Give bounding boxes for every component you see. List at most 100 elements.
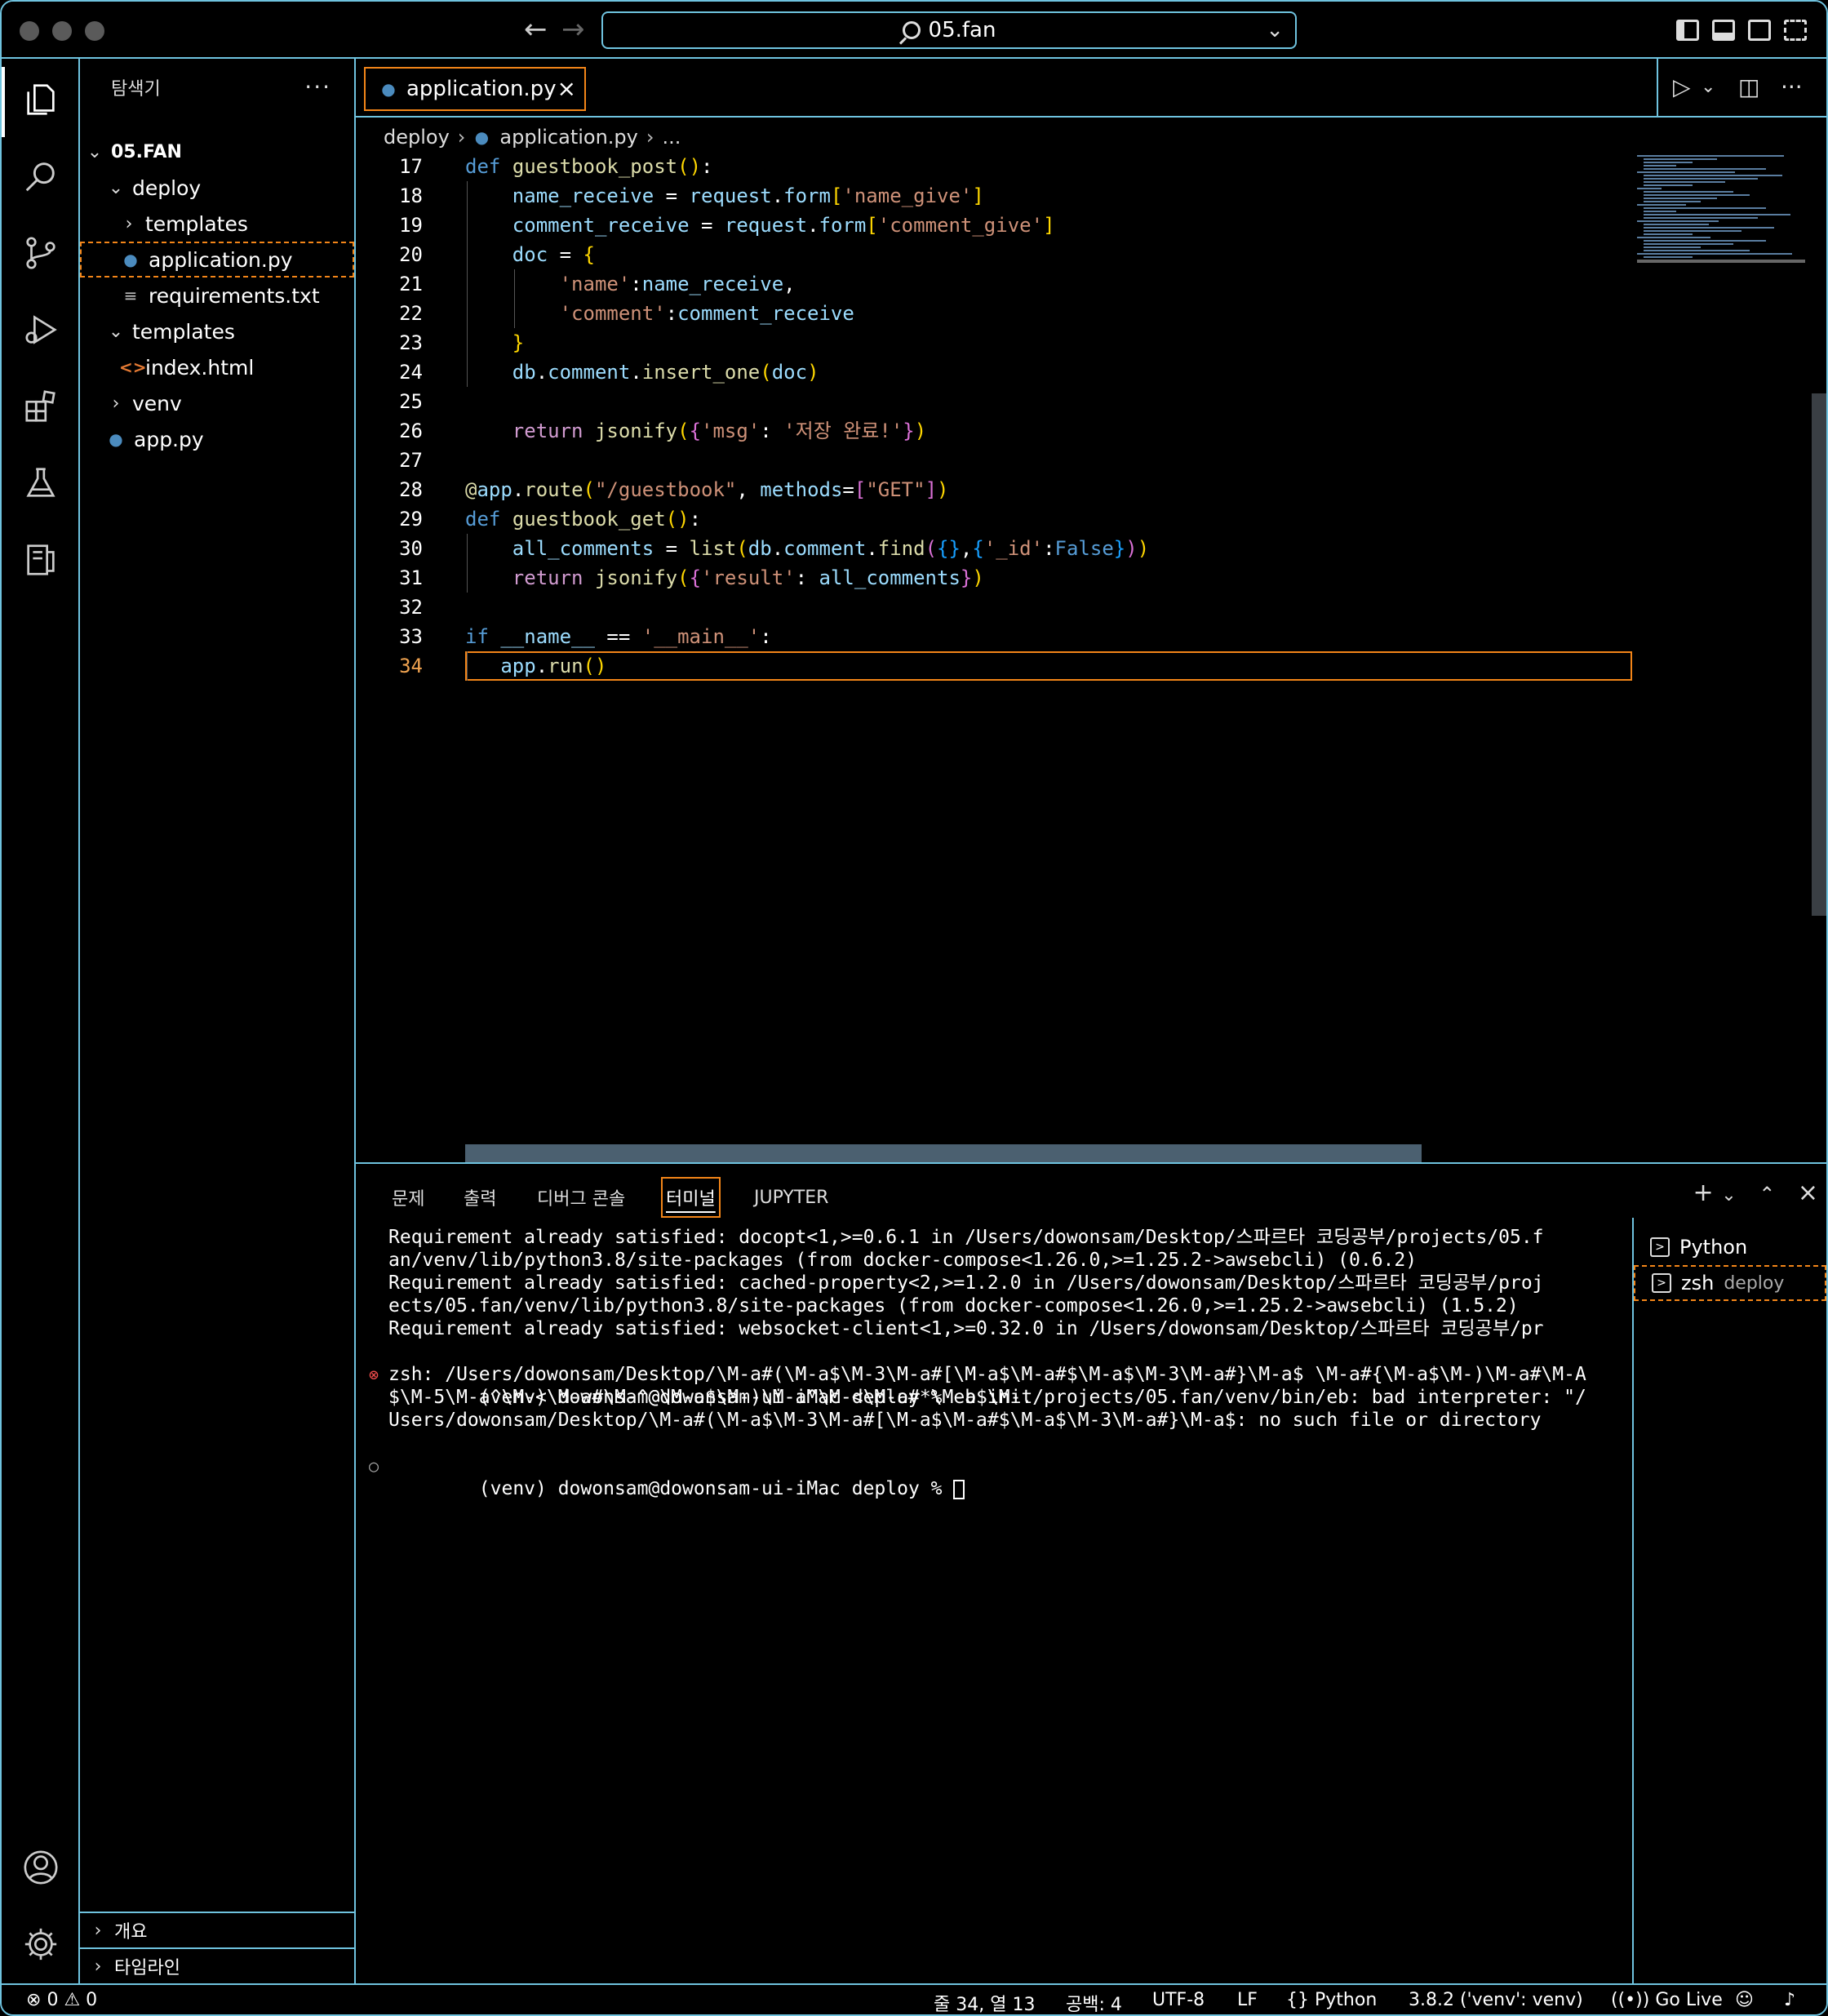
terminal-line: Requirement already satisfied: websocket… bbox=[388, 1318, 1544, 1339]
minimize-window-button[interactable] bbox=[52, 21, 72, 41]
explorer-files-icon[interactable] bbox=[20, 78, 62, 121]
end-of-line[interactable]: LF bbox=[1237, 1990, 1258, 2010]
tree-item-index-html[interactable]: <> index.html bbox=[80, 349, 354, 385]
language-mode[interactable]: {} Python bbox=[1286, 1990, 1377, 2010]
chevron-right-icon: › bbox=[112, 393, 120, 414]
breadcrumb-folder[interactable]: deploy bbox=[384, 126, 450, 149]
minimap-line bbox=[1644, 214, 1790, 215]
testing-flask-icon[interactable] bbox=[20, 462, 62, 504]
tree-root-folder[interactable]: ⌄ 05.FAN bbox=[80, 134, 354, 170]
problems-status[interactable]: ⊗ 0 ⚠ 0 bbox=[26, 1990, 97, 2010]
line-number: 30 bbox=[399, 537, 423, 560]
tab-debug-console[interactable]: 디버그 콘솔 bbox=[534, 1177, 628, 1218]
minimap-slider[interactable] bbox=[1637, 260, 1805, 263]
timeline-section[interactable]: › 타임라인 bbox=[80, 1947, 354, 1983]
chevron-down-icon[interactable]: ⌄ bbox=[1701, 77, 1715, 97]
indentation[interactable]: 공백: 4 bbox=[1066, 1990, 1122, 2014]
python-interpreter[interactable]: 3.8.2 ('venv': venv) bbox=[1409, 1990, 1583, 2010]
split-editor-icon[interactable]: ◫ bbox=[1738, 73, 1759, 100]
line-number: 27 bbox=[399, 449, 423, 472]
terminal-command-line: ⊗ (venv) dowonsam@dowonsam-ui-iMac deplo… bbox=[369, 1340, 1637, 1408]
terminal-cwd: deploy bbox=[1724, 1272, 1785, 1294]
close-window-button[interactable] bbox=[20, 21, 39, 41]
text-file-icon: ≡ bbox=[123, 286, 138, 305]
new-terminal-icon[interactable]: + bbox=[1693, 1179, 1714, 1207]
more-actions-icon[interactable]: ··· bbox=[1781, 73, 1803, 100]
back-arrow-icon[interactable]: ← bbox=[524, 13, 548, 46]
outline-label: 개요 bbox=[114, 1922, 148, 1943]
horizontal-scrollbar[interactable] bbox=[465, 1144, 1422, 1162]
go-live[interactable]: ((•)) Go Live bbox=[1611, 1990, 1723, 2010]
tab-output[interactable]: 출력 bbox=[460, 1177, 499, 1218]
tree-item-requirements[interactable]: ≡ requirements.txt bbox=[80, 278, 354, 313]
outline-section[interactable]: › 개요 bbox=[80, 1912, 354, 1947]
code-line: 30 all_comments = list(db.comment.find({… bbox=[356, 534, 1632, 563]
line-number: 20 bbox=[399, 243, 423, 266]
more-actions-icon[interactable]: ··· bbox=[304, 73, 331, 100]
go-live-label: Go Live bbox=[1655, 1990, 1723, 2010]
maximize-panel-icon[interactable]: ⌃ bbox=[1759, 1183, 1775, 1206]
code-text: return jsonify({'result': all_comments}) bbox=[512, 566, 984, 589]
minimap-line bbox=[1644, 217, 1758, 219]
account-icon[interactable] bbox=[20, 1846, 62, 1889]
toggle-secondary-sidebar-icon[interactable] bbox=[1748, 20, 1771, 41]
settings-gear-icon[interactable] bbox=[20, 1923, 62, 1965]
code-line: 18 name_receive = request.form['name_giv… bbox=[356, 181, 1632, 211]
search-icon bbox=[902, 21, 921, 39]
close-panel-icon[interactable]: × bbox=[1798, 1179, 1818, 1207]
tree-item-app-py[interactable]: ● app.py bbox=[80, 421, 354, 457]
toggle-primary-sidebar-icon[interactable] bbox=[1676, 20, 1699, 41]
terminal-item-zsh[interactable]: > zsh deploy bbox=[1634, 1265, 1826, 1301]
warning-count: 0 bbox=[86, 1990, 98, 2010]
tree-item-deploy-templates[interactable]: › templates bbox=[80, 206, 354, 242]
tree-item-venv[interactable]: › venv bbox=[80, 385, 354, 421]
encoding[interactable]: UTF-8 bbox=[1152, 1990, 1205, 2010]
tree-item-label: application.py bbox=[149, 247, 293, 272]
forward-arrow-icon[interactable]: → bbox=[561, 13, 585, 46]
line-number: 17 bbox=[399, 155, 423, 178]
run-and-debug-icon[interactable] bbox=[20, 309, 62, 351]
feedback-icon[interactable]: ☺ bbox=[1735, 1990, 1754, 2010]
code-line: 27 bbox=[356, 446, 1632, 475]
tab-jupyter[interactable]: JUPYTER bbox=[751, 1177, 832, 1218]
line-number: 18 bbox=[399, 184, 423, 207]
tree-item-deploy[interactable]: ⌄ deploy bbox=[80, 170, 354, 206]
tab-terminal[interactable]: 터미널 bbox=[661, 1177, 721, 1218]
language-label: Python bbox=[1315, 1990, 1378, 2010]
close-tab-icon[interactable]: × bbox=[557, 75, 576, 102]
notifications-bell-icon[interactable]: ♪ bbox=[1784, 1990, 1795, 2010]
minimap-line bbox=[1637, 155, 1784, 157]
cursor-position[interactable]: 줄 34, 열 13 bbox=[934, 1990, 1035, 2014]
tab-application-py[interactable]: ● application.py × bbox=[364, 67, 586, 111]
terminal-item-python[interactable]: > Python bbox=[1634, 1229, 1826, 1265]
run-python-file-icon[interactable]: ▷ bbox=[1673, 73, 1691, 100]
tree-item-label: deploy bbox=[132, 175, 202, 200]
source-control-icon[interactable] bbox=[20, 232, 62, 274]
code-text: def guestbook_get(): bbox=[465, 508, 702, 531]
command-failed-icon[interactable]: ⊗ bbox=[369, 1363, 379, 1386]
minimap-line bbox=[1644, 207, 1766, 209]
search-icon[interactable] bbox=[20, 155, 62, 198]
customize-layout-icon[interactable] bbox=[1784, 20, 1807, 41]
vertical-scrollbar[interactable] bbox=[1812, 393, 1826, 916]
code-text: app.run() bbox=[500, 655, 607, 677]
bottom-panel: 문제 출력 디버그 콘솔 터미널 JUPYTER + ⌄ ⌃ × Require… bbox=[356, 1162, 1826, 1985]
toggle-panel-icon[interactable] bbox=[1712, 20, 1735, 41]
tab-problems[interactable]: 문제 bbox=[388, 1177, 428, 1218]
tree-item-label: templates bbox=[145, 211, 248, 236]
command-pending-icon[interactable]: ○ bbox=[369, 1454, 379, 1477]
extensions-icon[interactable] bbox=[20, 385, 62, 428]
command-center-search[interactable]: 05.fan ⌄ bbox=[601, 11, 1297, 49]
minimap[interactable] bbox=[1637, 152, 1817, 1205]
tree-item-application-py[interactable]: ● application.py bbox=[80, 242, 354, 278]
tree-item-templates[interactable]: ⌄ templates bbox=[80, 313, 354, 349]
remote-explorer-icon[interactable] bbox=[20, 539, 62, 581]
breadcrumb-symbol[interactable]: ... bbox=[662, 126, 681, 149]
terminal-output[interactable]: Requirement already satisfied: docopt<1,… bbox=[369, 1226, 1637, 1499]
zoom-window-button[interactable] bbox=[85, 21, 104, 41]
chevron-down-icon[interactable]: ⌄ bbox=[1721, 1185, 1736, 1206]
code-text: return jsonify({'msg': '저장 완료!'}) bbox=[512, 420, 927, 442]
chevron-down-icon[interactable]: ⌄ bbox=[1266, 18, 1284, 42]
activity-bar bbox=[2, 59, 80, 1983]
breadcrumb-file[interactable]: application.py bbox=[499, 126, 637, 149]
